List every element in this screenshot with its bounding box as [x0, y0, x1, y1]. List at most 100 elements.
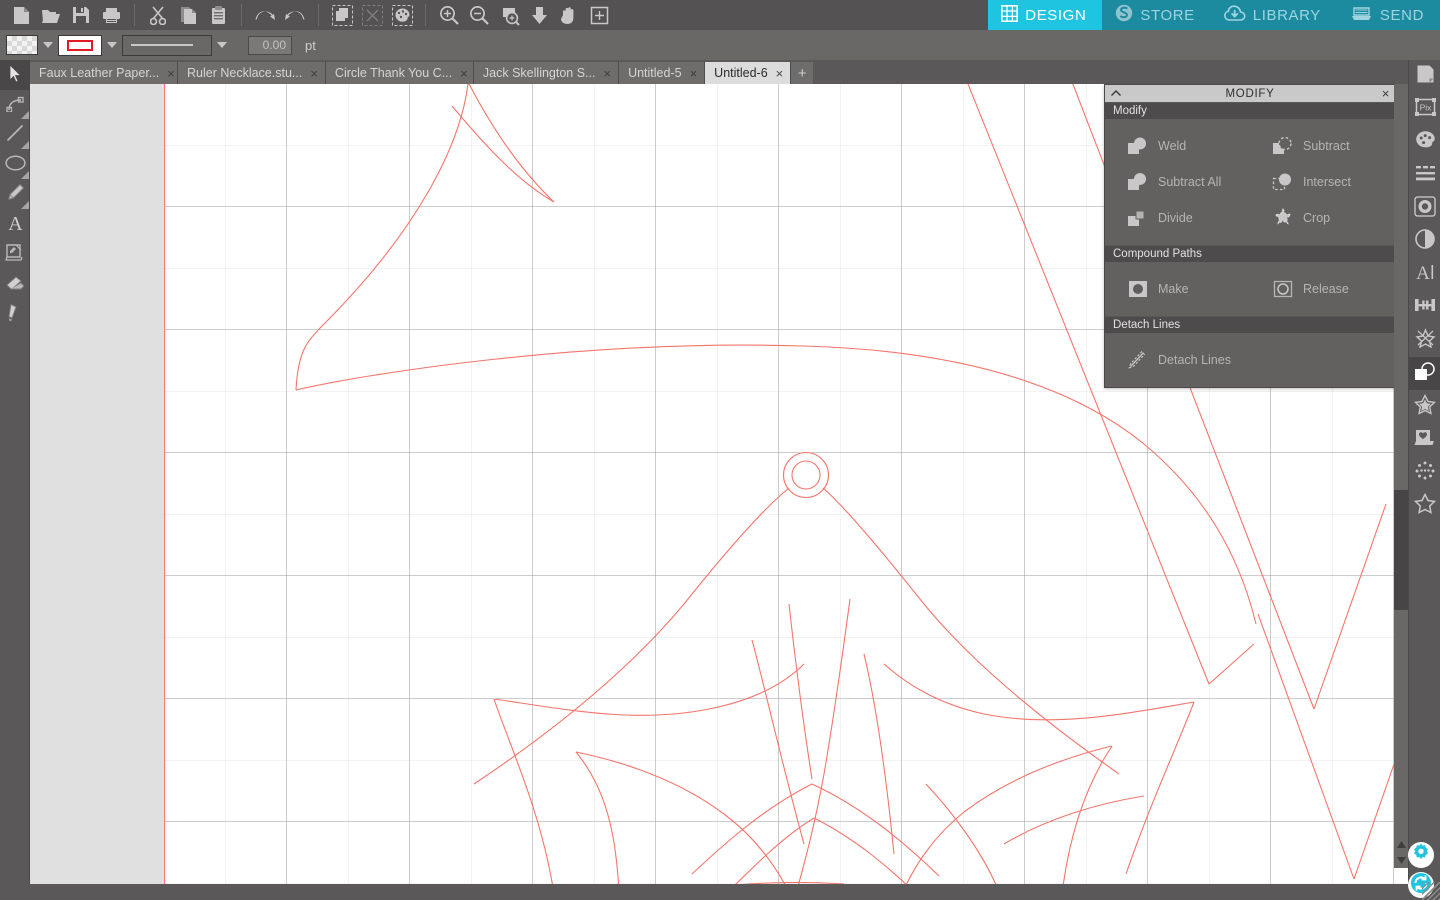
release-compound-path-button[interactable]: Release	[1250, 271, 1395, 307]
tool-ellipse[interactable]	[0, 150, 30, 180]
scroll-up-button[interactable]	[1394, 836, 1408, 852]
tool-select[interactable]	[0, 60, 30, 90]
line-style-preview[interactable]	[122, 34, 212, 56]
line-thickness-input[interactable]: 0.00	[248, 35, 292, 55]
panel-text-style[interactable]: A	[1409, 258, 1440, 291]
close-icon[interactable]: ×	[167, 67, 175, 80]
select-by-color-button[interactable]	[387, 0, 417, 30]
tool-knife[interactable]	[0, 300, 30, 330]
doc-tab-ruler-necklace[interactable]: Ruler Necklace.stu... ×	[178, 62, 326, 84]
tool-eraser[interactable]	[0, 270, 30, 300]
panel-my-library[interactable]	[1409, 423, 1440, 456]
panel-gradient-fill[interactable]	[1409, 225, 1440, 258]
undo-button[interactable]	[250, 0, 280, 30]
zoom-out-button[interactable]	[464, 0, 494, 30]
close-icon[interactable]: ×	[1382, 85, 1390, 102]
divide-button[interactable]: Divide	[1105, 200, 1250, 236]
paste-button[interactable]	[203, 0, 233, 30]
nav-library[interactable]: LIBRARY	[1210, 0, 1337, 30]
print-button[interactable]	[96, 0, 126, 30]
nav-send[interactable]: SEND	[1336, 0, 1440, 30]
panel-fill-color[interactable]	[1409, 126, 1440, 159]
scroll-down-button[interactable]	[1394, 852, 1408, 868]
close-icon[interactable]: ×	[310, 67, 318, 80]
weld-button[interactable]: Weld	[1105, 128, 1250, 164]
subtract-all-button[interactable]: Subtract All	[1105, 164, 1250, 200]
tool-line[interactable]	[0, 120, 30, 150]
intersect-icon	[1272, 171, 1294, 193]
doc-tab-circle-thank-you[interactable]: Circle Thank You C... ×	[325, 62, 474, 84]
panel-transform[interactable]	[1409, 291, 1440, 324]
nav-design[interactable]: DESIGN	[988, 0, 1103, 30]
main-navigation: DESIGN STORE LIBRARY SEND	[988, 0, 1440, 30]
panel-line-style[interactable]	[1409, 159, 1440, 192]
close-icon[interactable]: ×	[690, 67, 698, 80]
store-icon	[1115, 4, 1133, 26]
ellipse-icon	[4, 154, 26, 176]
panel-modify[interactable]	[1409, 357, 1440, 390]
fit-to-page-button[interactable]	[524, 0, 554, 30]
line-color-swatch[interactable]	[58, 34, 102, 56]
toolbar-group-view	[428, 0, 620, 30]
open-file-button[interactable]	[36, 0, 66, 30]
close-icon[interactable]: ×	[776, 67, 784, 80]
tool-edit-points[interactable]	[0, 90, 30, 120]
fit-to-window-button[interactable]	[584, 0, 614, 30]
new-document-button[interactable]	[6, 0, 36, 30]
deselect-all-button[interactable]	[357, 0, 387, 30]
subtract-button[interactable]: Subtract	[1250, 128, 1395, 164]
subtract-label: Subtract	[1303, 139, 1350, 153]
pixscan-icon: Pix	[1414, 97, 1436, 122]
tool-text[interactable]: A	[0, 210, 30, 240]
doc-tab-untitled-6[interactable]: Untitled-6 ×	[705, 62, 792, 84]
tool-draw-freehand[interactable]	[0, 180, 30, 210]
intersect-label: Intersect	[1303, 175, 1351, 189]
panel-sketch[interactable]	[1409, 489, 1440, 522]
nav-store[interactable]: STORE	[1102, 0, 1211, 30]
toolbar-divider	[134, 4, 135, 26]
settings-fab-button[interactable]	[1408, 842, 1434, 868]
line-color-dropdown-chevron-down-icon[interactable]	[106, 30, 118, 60]
vertical-scrollbar[interactable]	[1394, 84, 1408, 868]
zoom-in-button[interactable]	[434, 0, 464, 30]
vertical-scrollbar-thumb[interactable]	[1394, 490, 1408, 610]
svg-text:Pix: Pix	[1419, 103, 1432, 113]
doc-tab-faux-leather[interactable]: Faux Leather Paper... ×	[30, 62, 178, 84]
fill-color-swatch[interactable]	[6, 35, 38, 55]
collapse-chevron-up-icon[interactable]	[1109, 86, 1123, 103]
doc-tab-label: Jack Skellington S...	[482, 66, 596, 80]
tool-notes[interactable]	[0, 240, 30, 270]
panel-pixscan[interactable]: Pix	[1409, 93, 1440, 126]
intersect-button[interactable]: Intersect	[1250, 164, 1395, 200]
close-icon[interactable]: ×	[603, 67, 611, 80]
grid-icon	[1001, 4, 1019, 26]
pan-hand-button[interactable]	[554, 0, 584, 30]
modify-panel-titlebar: MODIFY ×	[1105, 85, 1395, 102]
zoom-selection-button[interactable]	[494, 0, 524, 30]
line-thickness-unit: pt	[305, 37, 316, 53]
save-button[interactable]	[66, 0, 96, 30]
fill-color-dropdown-chevron-down-icon[interactable]	[42, 30, 54, 60]
doc-tab-jack-skellington[interactable]: Jack Skellington S... ×	[473, 62, 620, 84]
select-all-button[interactable]	[327, 0, 357, 30]
make-compound-path-button[interactable]: Make	[1105, 271, 1250, 307]
redo-button[interactable]	[280, 0, 310, 30]
panel-trace[interactable]	[1409, 324, 1440, 357]
line-style-dropdown-chevron-down-icon[interactable]	[216, 30, 228, 60]
panel-offset[interactable]	[1409, 390, 1440, 423]
weld-label: Weld	[1158, 139, 1187, 153]
close-icon[interactable]: ×	[460, 67, 468, 80]
copy-button[interactable]	[173, 0, 203, 30]
crop-button[interactable]: Crop	[1250, 200, 1395, 236]
panel-rhinestones[interactable]	[1409, 456, 1440, 489]
new-tab-button[interactable]: +	[791, 62, 814, 84]
resize-grip[interactable]	[1422, 882, 1440, 900]
weld-icon	[1127, 135, 1149, 157]
panel-pattern-fill[interactable]	[1409, 192, 1440, 225]
detach-lines-button[interactable]: Detach Lines	[1105, 342, 1395, 378]
divide-icon	[1127, 207, 1149, 229]
cut-button[interactable]	[143, 0, 173, 30]
panel-page-setup[interactable]	[1409, 60, 1440, 93]
doc-tab-untitled-5[interactable]: Untitled-5 ×	[619, 62, 706, 84]
cutter-icon	[1350, 5, 1373, 25]
